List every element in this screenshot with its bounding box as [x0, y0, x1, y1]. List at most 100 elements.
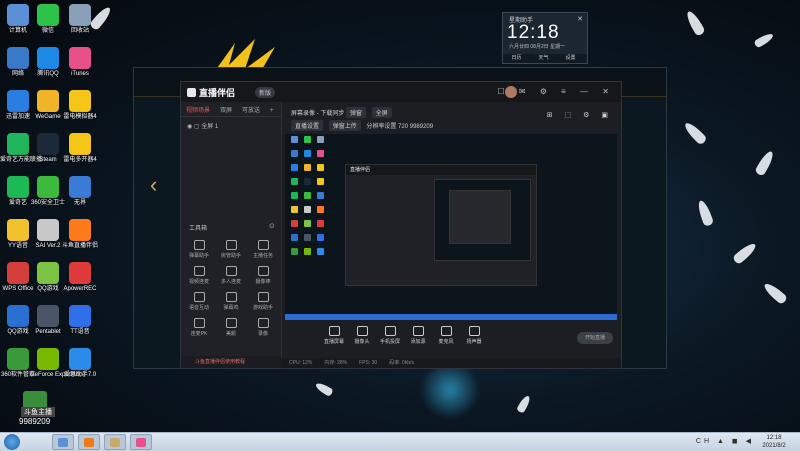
start-button[interactable]	[4, 434, 20, 450]
upload-chip[interactable]: 弹窗上传	[328, 120, 361, 131]
desktop-icon[interactable]: Steam	[30, 133, 66, 173]
taskbar-app-button[interactable]	[104, 434, 126, 450]
app-icon	[37, 4, 59, 26]
toolbar-row-2: 直播设置 弹窗上传 分辨率设置 720 9989209	[291, 120, 433, 131]
nested-app-window-2	[449, 190, 511, 244]
tool-button[interactable]: 多人连麦	[217, 266, 245, 290]
live-settings-chip[interactable]: 直播设置	[291, 120, 324, 131]
desktop-icon-label: ApowerREC	[63, 286, 97, 292]
tool-button[interactable]: 视频连麦	[185, 266, 213, 290]
tool-button[interactable]: 弹幕助手	[185, 240, 213, 264]
tab-scenes[interactable]: 视频场景	[186, 105, 210, 114]
tool-button[interactable]: 连麦PK	[185, 318, 213, 342]
app-icon	[7, 47, 29, 69]
desktop-icon[interactable]: 雷电模拟器4	[62, 90, 98, 130]
tool-button[interactable]: 美颜	[217, 318, 245, 342]
preview-icon	[291, 220, 298, 227]
add-tab-button[interactable]: +	[270, 108, 274, 114]
live-preview[interactable]: 直播伴侣	[285, 134, 617, 320]
tutorial-link[interactable]: 斗鱼直播伴侣使用教程	[181, 356, 281, 368]
version-badge: 新版	[255, 87, 276, 98]
preview-icon	[317, 248, 324, 255]
scene-item[interactable]: ◉ ▢ 全屏 1	[187, 121, 275, 130]
app-icon	[7, 262, 29, 284]
desktop-icon[interactable]: 回收站	[62, 4, 98, 44]
clock-calendar-button[interactable]: 日历	[503, 54, 530, 63]
source-button[interactable]: 麦克风	[433, 326, 459, 345]
desktop-icon-label: 爱思助手7.0	[63, 372, 97, 378]
tab-dual[interactable]: 双屏	[220, 105, 232, 114]
desktop-icon[interactable]: 无界	[62, 176, 98, 216]
desktop-icon[interactable]: Pentablet	[30, 305, 66, 345]
start-live-button[interactable]: 开始直播	[577, 332, 613, 344]
preview-icon	[291, 192, 298, 199]
taskbar-app-button[interactable]	[52, 434, 74, 450]
preview-icon	[304, 150, 311, 157]
source-button[interactable]: 直播屏幕	[321, 326, 347, 345]
tool-button[interactable]: 摄像棒	[249, 266, 277, 290]
desktop-icon[interactable]: 腾讯QQ	[30, 47, 66, 87]
preview-icon	[317, 178, 324, 185]
tool-icon	[225, 318, 237, 328]
tab-broadcast[interactable]: 可放送	[242, 105, 260, 114]
clock-weather-button[interactable]: 天气	[530, 54, 557, 63]
source-label: 扬声器	[466, 339, 482, 345]
nested-app-window: 直播伴侣	[345, 164, 537, 286]
feather-icon	[761, 280, 789, 306]
popup-chip[interactable]: 弹窗	[346, 107, 367, 118]
desktop-icon[interactable]: QQ游戏	[30, 262, 66, 302]
preview-icon	[291, 206, 298, 213]
window-controls[interactable]: ☐ ✉ ⚙ ≡ — ✕	[497, 87, 615, 96]
app-icon	[37, 133, 59, 155]
desktop-icon[interactable]: 雷电多开器4	[62, 133, 98, 173]
app-icon	[69, 47, 91, 69]
desktop-icon[interactable]: GeForce Experience	[30, 348, 85, 388]
tool-icon	[257, 318, 269, 328]
toolbar-row-1: 屏幕录像 - 下载同步 弹窗 全屏	[291, 107, 396, 118]
source-button[interactable]: 摄像头	[349, 326, 375, 345]
source-button[interactable]: 扬声器	[461, 326, 487, 345]
fullscreen-chip[interactable]: 全屏	[371, 107, 392, 118]
desktop-icon[interactable]: iTunes	[62, 47, 98, 87]
source-toolbar: 屏幕录像 - 下载同步 弹窗 全屏 直播设置 弹窗上传 分辨率设置 720 99…	[281, 102, 621, 136]
app-icon	[69, 348, 91, 370]
system-tray[interactable]: CH ▲ ◼ ◀	[696, 437, 754, 445]
toolbar-icons[interactable]: ⊞ ⬚ ⚙ ▣	[547, 111, 613, 119]
chevron-left-icon[interactable]: ‹	[150, 172, 157, 198]
close-icon[interactable]: ✕	[577, 15, 583, 23]
desktop-icon[interactable]: 微信	[30, 4, 66, 44]
tool-button[interactable]: 游戏助手	[249, 292, 277, 316]
source-button[interactable]: 添加源	[405, 326, 431, 345]
desktop-icon[interactable]: 360安全卫士	[30, 176, 66, 216]
preview-icon	[304, 164, 311, 171]
tool-button[interactable]: 主播任务	[249, 240, 277, 264]
preview-icon	[304, 248, 311, 255]
desktop-icon[interactable]: 爱思助手7.0	[62, 348, 98, 388]
clock-widget[interactable]: 星期助手 ✕ 12:18 六月廿四 08月2日 星期一 日历 天气 设置	[502, 12, 588, 64]
tool-button[interactable]: 语音互动	[185, 292, 213, 316]
taskbar-app-button[interactable]	[130, 434, 152, 450]
desktop-icon[interactable]: ApowerREC	[62, 262, 98, 302]
desktop-icon[interactable]: TT语音	[62, 305, 98, 345]
clock-settings-button[interactable]: 设置	[557, 54, 584, 63]
preview-icon	[317, 136, 324, 143]
app-icon	[69, 4, 91, 26]
tool-icon	[193, 318, 205, 328]
taskbar-clock[interactable]: 12:18 2021/8/2	[754, 434, 794, 450]
desktop-icon[interactable]: WeGame	[30, 90, 66, 130]
streamer-tag: 斗鱼主播 9989209	[15, 391, 55, 427]
tool-button[interactable]: 录像	[249, 318, 277, 342]
desktop-icon[interactable]: SAI Ver.2	[30, 219, 66, 259]
taskbar-app-icon	[58, 438, 68, 447]
source-button[interactable]: 手机投屏	[377, 326, 403, 345]
toolbox-settings-icon[interactable]: ⊙	[269, 222, 275, 230]
preview-icon	[317, 220, 324, 227]
tool-label: 视频连麦	[188, 279, 209, 285]
tool-button[interactable]: 弹幕鸡	[217, 292, 245, 316]
tool-button[interactable]: 房管助手	[217, 240, 245, 264]
tool-icon	[225, 292, 237, 302]
desktop-icon[interactable]: 斗鱼直播伴侣	[62, 219, 98, 259]
taskbar-app-button[interactable]	[78, 434, 100, 450]
source-icon	[384, 326, 396, 336]
livestream-app-window[interactable]: 直播伴侣 新版 ☐ ✉ ⚙ ≡ — ✕ 视频场景 双屏 可放送 + ◉ ▢ 全屏 1 …	[180, 81, 622, 369]
